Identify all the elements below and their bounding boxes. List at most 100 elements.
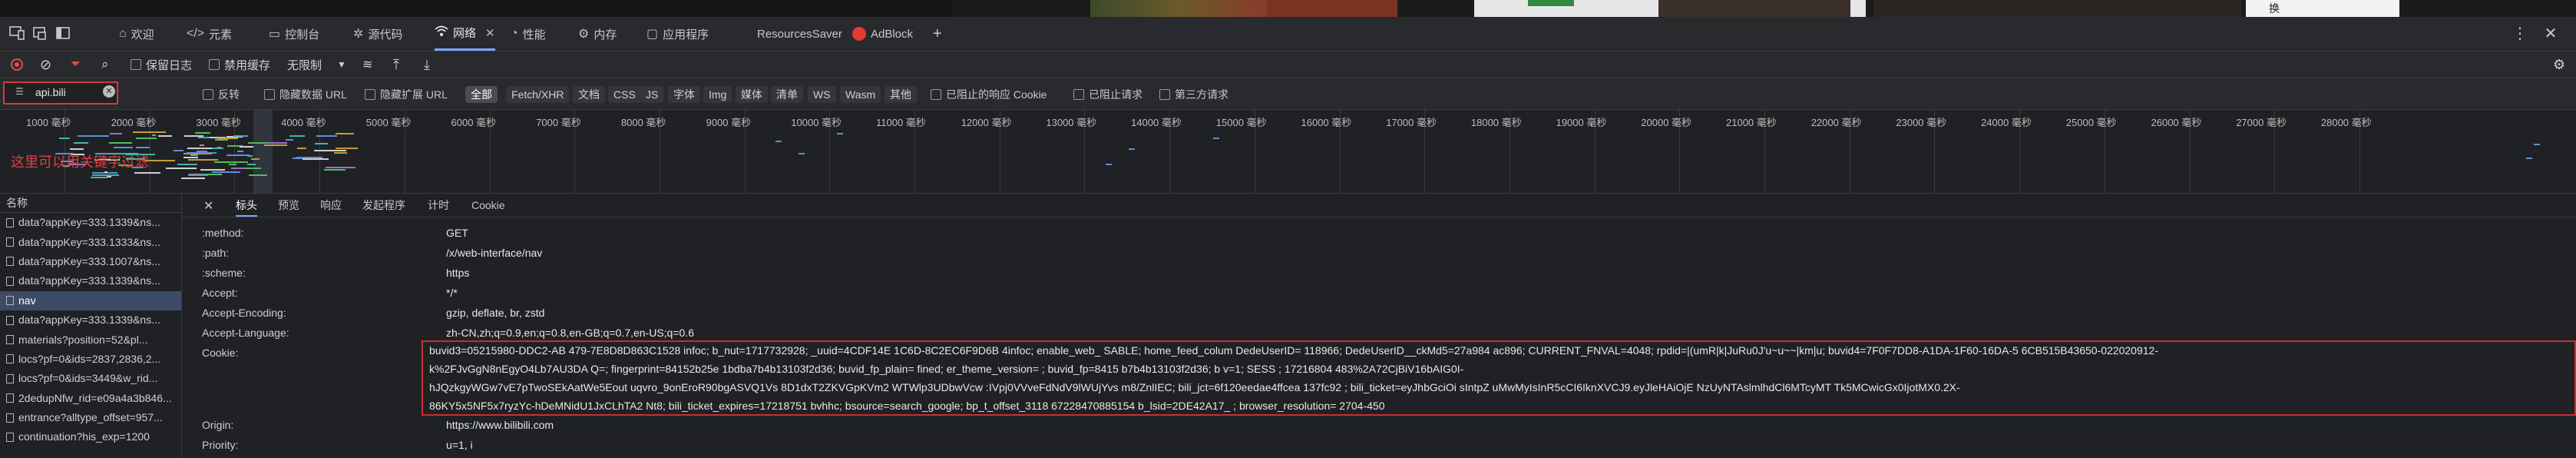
header-value[interactable]: /x/web-interface/nav: [446, 243, 542, 263]
request-details: ✕ 标头 预览 响应 发起程序 计时 Cookie :method: GET:pa…: [182, 194, 2576, 458]
request-row[interactable]: data?appKey=333.1333&ns...: [0, 232, 181, 251]
cookie-line: k%2FJvGgN8nEgyO4Lb7AU3DA Q=; fingerprint…: [429, 363, 1464, 375]
more-options-icon[interactable]: ⋮: [2511, 25, 2529, 43]
throttle-select[interactable]: 无限制 ▼: [287, 51, 346, 78]
tab-memory[interactable]: ⚙ 内存: [578, 17, 617, 51]
type-filter-css[interactable]: CSS: [608, 86, 641, 103]
preserve-log-checkbox[interactable]: 保留日志: [131, 51, 192, 78]
tab-sources[interactable]: ✲ 源代码: [353, 17, 402, 51]
add-tab-button[interactable]: +: [933, 17, 942, 51]
dock-side-icon[interactable]: [54, 25, 72, 43]
page-thumbnail-image: [1267, 0, 1397, 17]
blocked-response-cookies-checkbox[interactable]: 已阻止的响应 Cookie: [931, 86, 1047, 103]
type-filter-media[interactable]: 媒体: [736, 86, 768, 103]
third-party-checkbox[interactable]: 第三方请求: [1159, 86, 1228, 103]
timeline-request-bar: [184, 134, 203, 137]
request-row[interactable]: data?appKey=333.1339&ns...: [0, 213, 181, 232]
document-icon: [6, 257, 14, 267]
type-filter-fetch-xhr[interactable]: Fetch/XHR: [506, 86, 570, 103]
page-strip-text: 换: [2269, 2, 2280, 15]
record-button[interactable]: [11, 51, 23, 78]
type-filter-all[interactable]: 全部: [465, 86, 498, 103]
type-filter-ws[interactable]: WS: [808, 86, 836, 103]
document-icon: [6, 315, 14, 325]
type-filter-document[interactable]: 文档: [573, 86, 605, 103]
close-icon[interactable]: ✕: [203, 198, 213, 214]
device-toolbar-icon[interactable]: [8, 25, 26, 43]
header-key: Origin:: [202, 419, 234, 431]
timeline-request-bar: [237, 151, 243, 152]
timeline-request-bar: [151, 134, 156, 136]
tab-response[interactable]: 响应: [320, 194, 342, 217]
header-value[interactable]: */*: [446, 283, 458, 303]
close-devtools-icon[interactable]: ✕: [2541, 25, 2560, 43]
tab-preview[interactable]: 预览: [278, 194, 299, 217]
tab-cookie[interactable]: Cookie: [471, 194, 505, 217]
timeline-tick-label: 14000 毫秒: [1131, 117, 1182, 128]
filter-input[interactable]: ☰ api.bili ✕: [3, 81, 118, 105]
filter-toggle-button[interactable]: ⏷: [71, 51, 81, 78]
tab-initiator[interactable]: 发起程序: [362, 194, 405, 217]
type-filter-img[interactable]: Img: [703, 86, 732, 103]
clear-button[interactable]: ⊘: [40, 51, 51, 78]
request-name: entrance?alltype_offset=957...: [18, 411, 163, 424]
request-row[interactable]: entrance?alltype_offset=957...: [0, 408, 181, 427]
tab-resourcessaver[interactable]: ResourcesSaver: [757, 17, 842, 51]
timeline-selection-handle[interactable]: [253, 110, 273, 193]
header-value[interactable]: https://www.bilibili.com: [446, 415, 554, 435]
search-button[interactable]: ⌕: [101, 51, 109, 78]
header-value[interactable]: GET: [446, 223, 468, 243]
request-row[interactable]: data?appKey=333.1007&ns...: [0, 252, 181, 271]
page-thumbnail-image: [1873, 0, 2242, 17]
timeline-overview[interactable]: 1000 毫秒 2000 毫秒 3000 毫秒 4000 毫秒 5000 毫秒 6000 …: [0, 110, 2576, 194]
name-column-header[interactable]: 名称: [0, 194, 181, 213]
timeline-tick-label: 19000 毫秒: [1556, 117, 1607, 128]
request-row[interactable]: data?appKey=333.1339&ns...: [0, 271, 181, 290]
tab-console[interactable]: ▭ 控制台: [269, 17, 319, 51]
tab-timing[interactable]: 计时: [428, 194, 449, 217]
export-har-button[interactable]: ⤓: [424, 51, 430, 78]
header-value[interactable]: u=1, i: [446, 435, 473, 455]
third-party-label: 第三方请求: [1175, 88, 1228, 101]
timeline-tick-label: 22000 毫秒: [1810, 117, 1862, 128]
timeline-request-bar: [239, 145, 254, 148]
type-filter-js[interactable]: JS: [640, 86, 664, 103]
timeline-request-bar: [187, 147, 213, 149]
disable-cache-checkbox[interactable]: 禁用缓存: [209, 51, 270, 78]
document-icon: [6, 335, 14, 345]
clear-filter-icon[interactable]: ✕: [103, 85, 115, 98]
tab-headers[interactable]: 标头: [236, 194, 257, 217]
request-row[interactable]: data?appKey=333.1339&ns...: [0, 310, 181, 330]
header-value[interactable]: gzip, deflate, br, zstd: [446, 303, 544, 323]
network-conditions-button[interactable]: ≋: [362, 51, 372, 78]
close-tab-icon[interactable]: ✕: [485, 26, 495, 40]
request-row[interactable]: locs?pf=0&ids=2837,2836,2...: [0, 350, 181, 369]
request-row[interactable]: materials?position=52&pl...: [0, 330, 181, 349]
blocked-requests-checkbox[interactable]: 已阻止请求: [1073, 86, 1143, 103]
invert-checkbox[interactable]: 反转: [203, 86, 240, 103]
tab-elements[interactable]: </> 元素: [187, 17, 232, 51]
hide-data-urls-checkbox[interactable]: 隐藏数据 URL: [264, 86, 347, 103]
document-icon: [6, 373, 14, 383]
request-row[interactable]: 2dedupNfw_rid=e09a4a3b846...: [0, 389, 181, 408]
tab-adblock[interactable]: AdBlock: [852, 17, 913, 51]
timeline-tick-label: 2000 毫秒: [111, 117, 157, 128]
request-row[interactable]: nav: [0, 290, 181, 310]
tab-application[interactable]: ▢ 应用程序: [646, 17, 709, 51]
request-row[interactable]: continuation?his_exp=1200: [0, 427, 181, 446]
timeline-request-bar: [114, 146, 134, 148]
header-value[interactable]: https: [446, 263, 469, 283]
request-row[interactable]: locs?pf=0&ids=3449&w_rid...: [0, 369, 181, 388]
hide-ext-urls-checkbox[interactable]: 隐藏扩展 URL: [365, 86, 448, 103]
tab-network[interactable]: 网络 ✕: [435, 17, 495, 51]
tab-performance[interactable]: ◔ 性能: [511, 17, 546, 51]
import-har-button[interactable]: ⤒: [393, 51, 399, 78]
type-filter-wasm[interactable]: Wasm: [840, 86, 881, 103]
type-filter-manifest[interactable]: 清单: [771, 86, 803, 103]
type-filter-other[interactable]: 其他: [885, 86, 917, 103]
inspect-element-icon[interactable]: [31, 25, 49, 43]
tab-welcome[interactable]: ⌂ 欢迎: [119, 17, 154, 51]
network-settings-button[interactable]: ⚙: [2553, 51, 2565, 78]
type-filter-font[interactable]: 字体: [668, 86, 700, 103]
filter-bar: ☰ api.bili ✕ 反转 隐藏数据 URL 隐藏扩展 URL 全部 Fet…: [0, 78, 2576, 110]
